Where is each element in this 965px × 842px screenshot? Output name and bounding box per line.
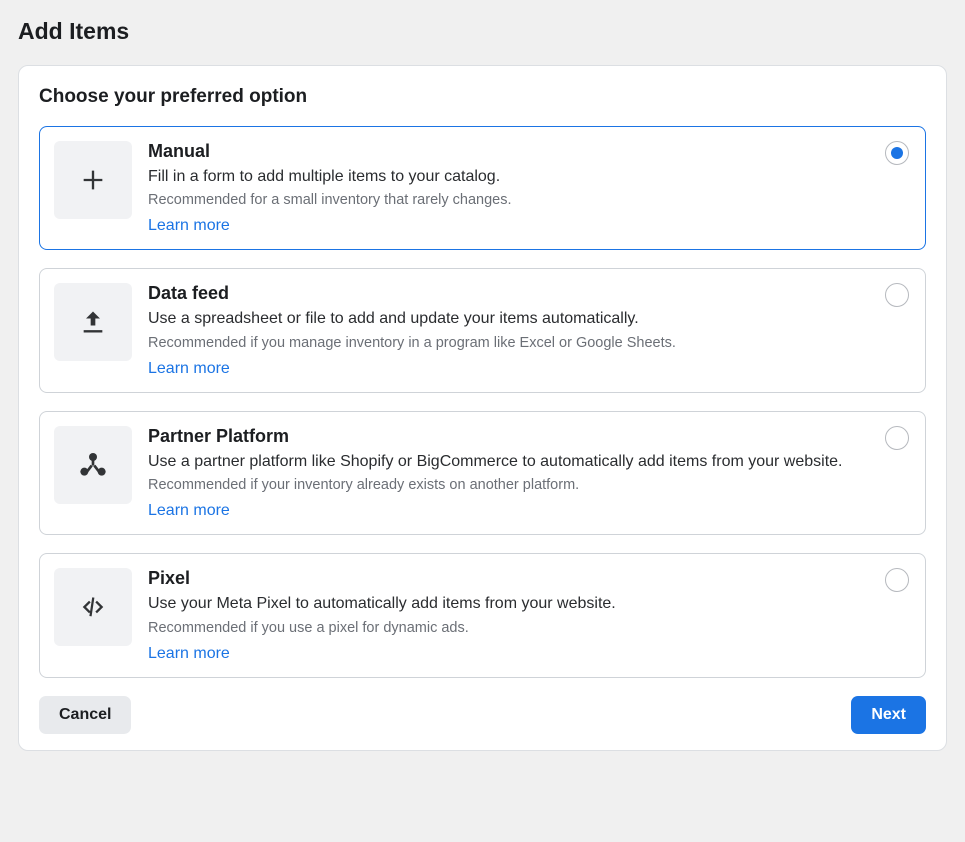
radio-partner-platform[interactable] <box>885 426 909 450</box>
options-card: Choose your preferred option Manual Fill… <box>18 65 947 751</box>
next-button[interactable]: Next <box>851 696 926 734</box>
nodes-icon <box>54 426 132 504</box>
option-desc: Use a partner platform like Shopify or B… <box>148 451 869 473</box>
option-desc: Use a spreadsheet or file to add and upd… <box>148 308 869 330</box>
radio-manual[interactable] <box>885 141 909 165</box>
option-desc: Use your Meta Pixel to automatically add… <box>148 593 869 615</box>
option-title: Pixel <box>148 568 869 589</box>
option-data-feed[interactable]: Data feed Use a spreadsheet or file to a… <box>39 268 926 392</box>
option-title: Partner Platform <box>148 426 869 447</box>
option-body: Manual Fill in a form to add multiple it… <box>148 141 909 235</box>
upload-icon <box>54 283 132 361</box>
learn-more-link[interactable]: Learn more <box>148 217 230 235</box>
plus-icon <box>54 141 132 219</box>
option-desc: Fill in a form to add multiple items to … <box>148 166 869 188</box>
learn-more-link[interactable]: Learn more <box>148 360 230 378</box>
option-rec: Recommended if your inventory already ex… <box>148 475 869 496</box>
option-body: Partner Platform Use a partner platform … <box>148 426 909 520</box>
option-pixel[interactable]: Pixel Use your Meta Pixel to automatical… <box>39 553 926 677</box>
page-title: Add Items <box>18 18 947 45</box>
option-rec: Recommended if you manage inventory in a… <box>148 333 869 354</box>
option-body: Pixel Use your Meta Pixel to automatical… <box>148 568 909 662</box>
subtitle: Choose your preferred option <box>39 86 926 108</box>
option-rec: Recommended if you use a pixel for dynam… <box>148 618 869 639</box>
option-manual[interactable]: Manual Fill in a form to add multiple it… <box>39 126 926 250</box>
option-rec: Recommended for a small inventory that r… <box>148 190 869 211</box>
footer: Cancel Next <box>39 696 926 734</box>
learn-more-link[interactable]: Learn more <box>148 645 230 663</box>
code-icon <box>54 568 132 646</box>
option-body: Data feed Use a spreadsheet or file to a… <box>148 283 909 377</box>
option-partner-platform[interactable]: Partner Platform Use a partner platform … <box>39 411 926 535</box>
option-title: Data feed <box>148 283 869 304</box>
option-title: Manual <box>148 141 869 162</box>
learn-more-link[interactable]: Learn more <box>148 502 230 520</box>
cancel-button[interactable]: Cancel <box>39 696 131 734</box>
